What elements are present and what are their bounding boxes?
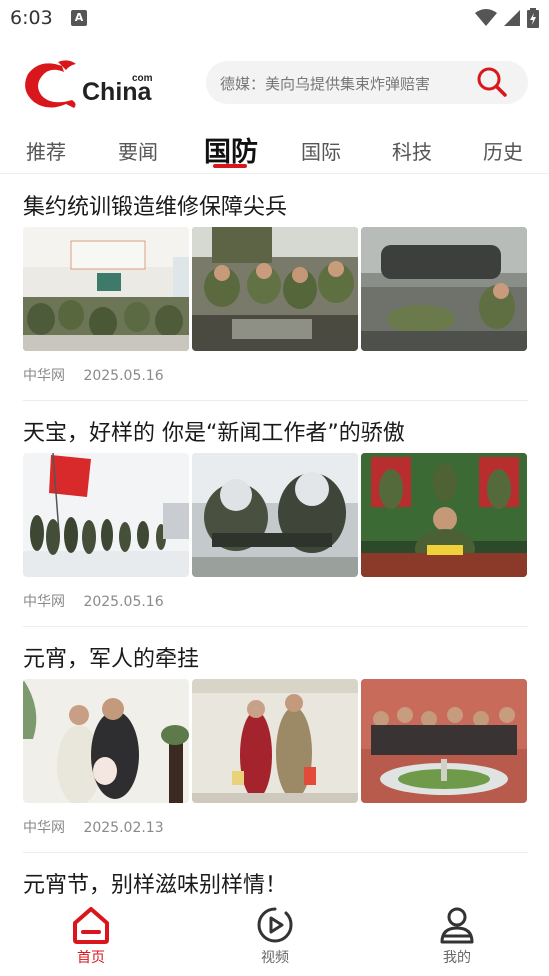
tab-international[interactable]: 国际 (301, 136, 341, 165)
article-image[interactable] (192, 679, 358, 803)
status-time: 6:03 (10, 7, 53, 29)
article-thumbnails (23, 227, 528, 351)
article-meta: 中华网 2025.05.16 (23, 365, 178, 385)
nav-video-label: 视频 (261, 950, 289, 966)
search-icon[interactable] (476, 66, 508, 98)
article-thumbnails (23, 453, 528, 577)
bottom-navigation: 首页 视频 我的 (0, 898, 549, 976)
logo-mark: China com (25, 60, 153, 108)
article-image[interactable] (23, 227, 189, 351)
article-title[interactable]: 元宵节，别样滋味别样情！ (23, 867, 287, 899)
article-image[interactable] (361, 227, 527, 351)
article-date: 2025.02.13 (83, 820, 164, 836)
app-header: China com 德媒：美向乌提供集束炸弹赔害 (0, 50, 549, 120)
article-image[interactable] (361, 679, 527, 803)
article-thumbnails (23, 679, 528, 803)
wifi-icon (475, 9, 497, 26)
article-source: 中华网 (23, 820, 65, 836)
nav-video[interactable]: 视频 (230, 906, 320, 967)
nav-profile[interactable]: 我的 (412, 906, 502, 967)
category-tabs: 推荐 要闻 国防 国际 科技 历史 (0, 128, 549, 174)
status-icons (475, 8, 539, 28)
logo-sup: com (132, 73, 153, 84)
tab-history[interactable]: 历史 (483, 136, 523, 165)
tab-news[interactable]: 要闻 (118, 136, 158, 165)
nav-home[interactable]: 首页 (46, 906, 136, 967)
search-input[interactable]: 德媒：美向乌提供集束炸弹赔害 (220, 73, 430, 94)
article-meta: 中华网 2025.02.13 (23, 817, 178, 837)
nav-home-label: 首页 (77, 950, 105, 966)
user-icon (440, 907, 474, 944)
article-title[interactable]: 元宵，军人的牵挂 (23, 641, 199, 673)
article-image[interactable] (192, 453, 358, 577)
article-image[interactable] (361, 453, 527, 577)
search-bar[interactable]: 德媒：美向乌提供集束炸弹赔害 (206, 61, 528, 104)
china-com-logo[interactable]: China com (22, 56, 162, 112)
home-icon (73, 907, 109, 944)
divider (23, 852, 528, 853)
article-source: 中华网 (23, 594, 65, 610)
article-image[interactable] (192, 227, 358, 351)
signal-icon (504, 10, 520, 26)
article-source: 中华网 (23, 368, 65, 384)
video-play-icon (257, 907, 293, 943)
tab-recommend[interactable]: 推荐 (26, 136, 66, 165)
article-date: 2025.05.16 (83, 594, 164, 610)
article-date: 2025.05.16 (83, 368, 164, 384)
divider (23, 626, 528, 627)
nav-profile-label: 我的 (443, 950, 471, 966)
article-meta: 中华网 2025.05.16 (23, 591, 178, 611)
article-title[interactable]: 天宝，好样的 你是“新闻工作者”的骄傲 (23, 415, 405, 447)
divider (23, 400, 528, 401)
active-tab-indicator (213, 164, 247, 168)
article-title[interactable]: 集约统训锻造维修保障尖兵 (23, 189, 287, 221)
notification-icon: A (71, 10, 87, 26)
article-image[interactable] (23, 453, 189, 577)
status-bar: 6:03 A (0, 0, 549, 38)
battery-icon (527, 8, 539, 28)
tab-technology[interactable]: 科技 (392, 136, 432, 165)
article-image[interactable] (23, 679, 189, 803)
